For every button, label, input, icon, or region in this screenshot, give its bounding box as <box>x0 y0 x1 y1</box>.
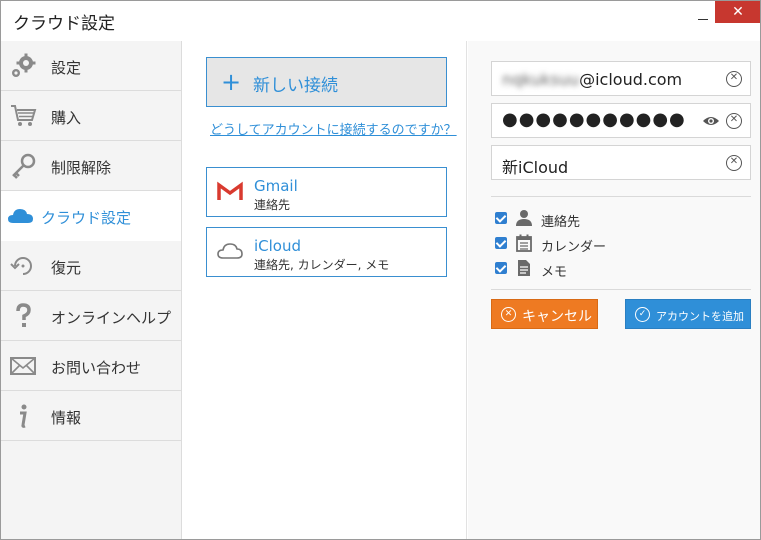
service-name: Gmail <box>254 177 298 195</box>
restore-icon <box>10 257 32 275</box>
gear-icon <box>12 53 36 77</box>
question-icon <box>16 303 31 327</box>
service-description: 連絡先 <box>254 198 291 212</box>
plus-icon: + <box>221 68 242 96</box>
cart-icon <box>11 105 37 126</box>
new-connection-button[interactable]: + 新しい接続 <box>206 57 447 107</box>
add-account-button[interactable]: ✓ アカウントを追加 <box>625 299 751 329</box>
window-title: クラウド設定 <box>13 14 115 34</box>
sidebar-item-settings[interactable]: 設定 <box>1 41 181 91</box>
divider <box>491 289 751 290</box>
close-button[interactable]: ✕ <box>715 1 760 23</box>
envelope-icon <box>10 357 36 375</box>
calendar-checkbox[interactable] <box>495 237 507 249</box>
info-icon <box>20 404 27 428</box>
clear-email-icon[interactable]: ✕ <box>726 71 742 87</box>
account-name-field[interactable]: 新iCloud ✕ <box>491 145 751 180</box>
sidebar: 設定 購入 制限解除 クラウド設定 復元 オンラインヘルプ お問い合わせ 情報 <box>1 41 182 539</box>
service-name: iCloud <box>254 237 302 255</box>
title-bar: クラウド設定 ✕ <box>1 1 760 41</box>
clear-password-icon[interactable]: ✕ <box>726 113 742 129</box>
option-calendar[interactable]: カレンダー <box>495 234 695 255</box>
sidebar-item-restore[interactable]: 復元 <box>1 241 181 291</box>
sidebar-item-info[interactable]: 情報 <box>1 391 181 441</box>
sidebar-item-label: 設定 <box>51 59 82 77</box>
cloud-settings-window: クラウド設定 ✕ 設定 購入 制限解除 クラウド設定 復元 オンラインヘルプ お… <box>0 0 761 540</box>
icloud-service-button[interactable]: iCloud 連絡先, カレンダー, メモ <box>206 227 447 277</box>
sidebar-item-label: 購入 <box>51 109 82 127</box>
password-field[interactable]: ●●●●●●●●●●● ✕ <box>491 103 751 138</box>
sidebar-item-contact[interactable]: お問い合わせ <box>1 341 181 391</box>
divider <box>491 196 751 197</box>
notes-checkbox[interactable] <box>495 262 507 274</box>
email-domain: @icloud.com <box>579 70 683 89</box>
cancel-button[interactable]: ✕ キャンセル <box>491 299 598 329</box>
sidebar-item-purchase[interactable]: 購入 <box>1 91 181 141</box>
minimize-button[interactable] <box>691 10 715 30</box>
account-name-value: 新iCloud <box>502 158 569 177</box>
sidebar-item-label: 情報 <box>51 409 82 427</box>
account-form-panel: nqkuksuu@icloud.com ✕ ●●●●●●●●●●● ✕ 新iCl… <box>468 41 760 539</box>
password-value: ●●●●●●●●●●● <box>502 109 686 130</box>
why-connect-link[interactable]: どうしてアカウントに接続するのですか？ <box>210 119 457 138</box>
option-label: カレンダー <box>541 240 607 255</box>
contacts-checkbox[interactable] <box>495 212 507 224</box>
sidebar-item-label: お問い合わせ <box>51 359 142 377</box>
clear-account-name-icon[interactable]: ✕ <box>726 155 742 171</box>
email-local-part: nqkuksuu <box>502 70 580 89</box>
cancel-circle-icon: ✕ <box>501 307 516 322</box>
key-icon <box>12 153 36 179</box>
service-description: 連絡先, カレンダー, メモ <box>254 258 390 272</box>
sidebar-item-label: 復元 <box>51 259 82 277</box>
note-icon <box>518 260 530 276</box>
check-circle-icon: ✓ <box>635 307 650 322</box>
gmail-icon <box>217 181 243 200</box>
email-value: nqkuksuu@icloud.com <box>502 70 682 89</box>
sidebar-item-online-help[interactable]: オンラインヘルプ <box>1 291 181 341</box>
eye-icon[interactable] <box>702 114 720 128</box>
sidebar-item-label: オンラインヘルプ <box>51 309 172 327</box>
sidebar-item-label: 制限解除 <box>51 159 112 177</box>
icloud-icon <box>217 243 243 259</box>
connections-panel: + 新しい接続 どうしてアカウントに接続するのですか？ Gmail 連絡先 iC… <box>182 41 467 539</box>
cloud-icon <box>8 209 33 223</box>
option-notes[interactable]: メモ <box>495 259 695 280</box>
add-account-button-label: アカウントを追加 <box>656 310 744 323</box>
option-contacts[interactable]: 連絡先 <box>495 209 695 230</box>
sidebar-item-unlock[interactable]: 制限解除 <box>1 141 181 191</box>
calendar-icon <box>516 234 532 252</box>
cancel-button-label: キャンセル <box>522 309 592 325</box>
email-field[interactable]: nqkuksuu@icloud.com ✕ <box>491 61 751 96</box>
gmail-service-button[interactable]: Gmail 連絡先 <box>206 167 447 217</box>
option-label: 連絡先 <box>541 215 581 230</box>
person-icon <box>516 210 532 226</box>
new-connection-label: 新しい接続 <box>253 76 338 96</box>
sidebar-item-cloud-settings[interactable]: クラウド設定 <box>1 191 181 241</box>
option-label: メモ <box>541 265 568 280</box>
sidebar-item-label: クラウド設定 <box>41 209 132 227</box>
